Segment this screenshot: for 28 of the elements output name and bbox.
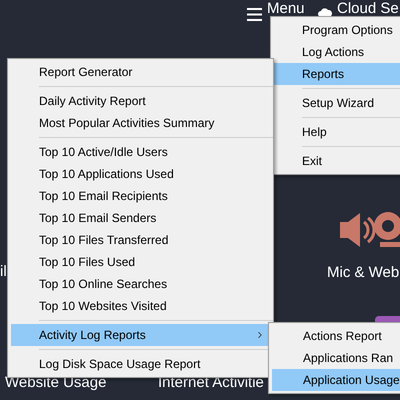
- menu-item[interactable]: Top 10 Email Recipients: [11, 185, 270, 207]
- menu-item[interactable]: Top 10 Active/Idle Users: [11, 141, 270, 163]
- mic-webcam-label: Mic & Web: [327, 263, 400, 283]
- menu-item[interactable]: Top 10 Files Transferred: [11, 229, 270, 251]
- menu-item[interactable]: Program Options: [274, 19, 400, 41]
- menu-item[interactable]: Activity Log Reports: [11, 324, 270, 346]
- fragment-text: il: [0, 262, 7, 282]
- menu-item[interactable]: Help: [274, 121, 400, 143]
- menu-item[interactable]: Log Disk Space Usage Report: [11, 353, 270, 375]
- menu-item[interactable]: Most Popular Activities Summary: [11, 112, 270, 134]
- menu-item[interactable]: Daily Activity Report: [11, 90, 270, 112]
- menu-item[interactable]: Applications Ran: [272, 347, 400, 369]
- menu-item[interactable]: Top 10 Websites Visited: [11, 295, 270, 317]
- menu-item[interactable]: Top 10 Online Searches: [11, 273, 270, 295]
- menu-item[interactable]: Report Generator: [11, 61, 270, 83]
- cloud-settings-label[interactable]: Cloud Se: [337, 1, 399, 16]
- website-usage-label: Website Usage: [5, 373, 106, 393]
- menu-label[interactable]: Menu: [267, 1, 305, 16]
- menu-item[interactable]: Application Usage: [272, 369, 400, 391]
- menu-item[interactable]: Actions Report: [272, 325, 400, 347]
- menu-item[interactable]: Log Actions: [274, 41, 400, 63]
- menu-item[interactable]: Reports: [274, 63, 400, 85]
- menu-item[interactable]: Top 10 Files Used: [11, 251, 270, 273]
- menu-item[interactable]: Top 10 Email Senders: [11, 207, 270, 229]
- menu-item[interactable]: Top 10 Applications Used: [11, 163, 270, 185]
- menu-item[interactable]: Exit: [274, 150, 400, 172]
- menu-icon[interactable]: [247, 8, 262, 21]
- menu-item[interactable]: Setup Wizard: [274, 92, 400, 114]
